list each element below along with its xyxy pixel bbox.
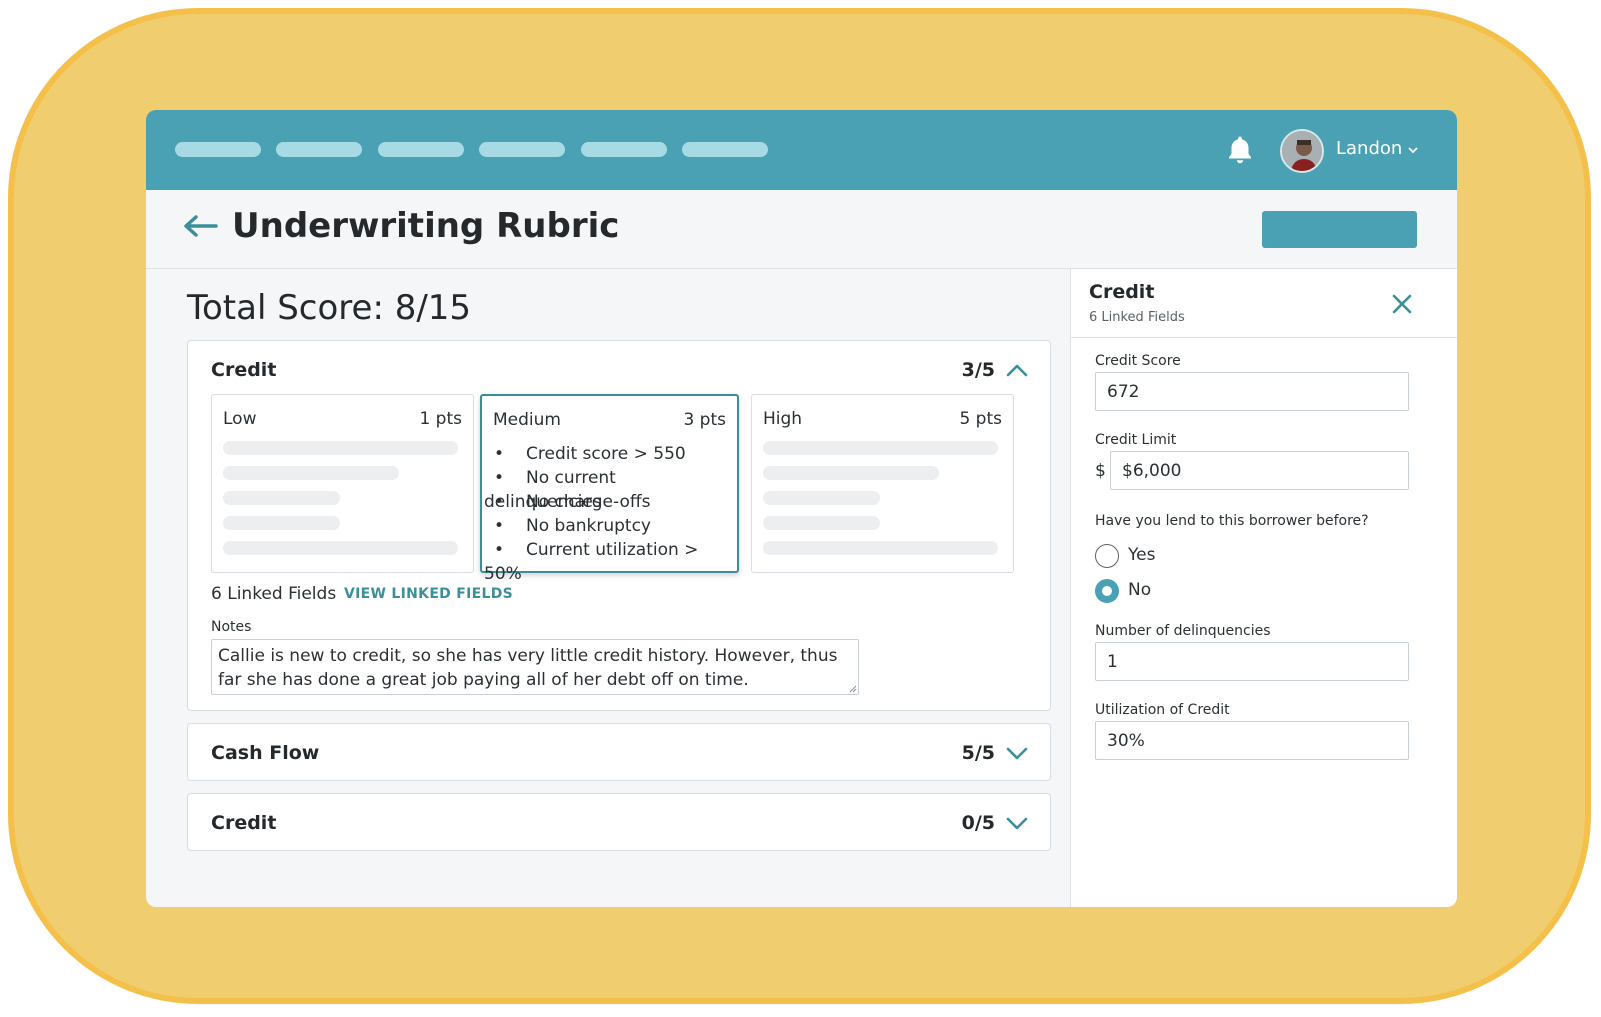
rubric-section-credit: Credit 3/5 Low 1 pts Medium 3 pts Credit… xyxy=(187,340,1051,711)
lent-before-label: Have you lend to this borrower before? xyxy=(1095,513,1369,529)
tier-name: High xyxy=(763,409,803,429)
credit-score-label: Credit Score xyxy=(1095,353,1181,369)
tier-name: Low xyxy=(223,409,257,429)
nav-item-1[interactable] xyxy=(175,142,261,157)
avatar[interactable] xyxy=(1280,129,1324,173)
top-nav: Landon xyxy=(146,110,1457,190)
chevron-down-icon[interactable] xyxy=(1006,816,1028,830)
currency-prefix: $ xyxy=(1095,461,1106,481)
panel-title: Credit xyxy=(1089,281,1155,303)
placeholder-line xyxy=(763,516,880,530)
nav-item-5[interactable] xyxy=(581,142,667,157)
placeholder-line xyxy=(223,516,340,530)
placeholder-line xyxy=(223,491,340,505)
bell-icon[interactable] xyxy=(1223,133,1257,167)
criteria-item: No bankruptcy xyxy=(484,514,737,538)
radio-no-label[interactable]: No xyxy=(1128,580,1151,600)
placeholder-line xyxy=(763,541,998,555)
delinquencies-input[interactable] xyxy=(1095,642,1409,681)
placeholder-line xyxy=(763,441,998,455)
utilization-label: Utilization of Credit xyxy=(1095,702,1230,718)
section-title: Credit xyxy=(211,812,277,834)
tier-high[interactable]: High 5 pts xyxy=(751,394,1014,573)
section-score: 5/5 xyxy=(961,742,995,764)
user-name[interactable]: Landon xyxy=(1336,138,1402,159)
criteria-item: Current utilization > 50% xyxy=(484,538,737,584)
tier-name: Medium xyxy=(493,410,561,430)
nav-item-2[interactable] xyxy=(276,142,362,157)
rubric-section-cash-flow[interactable]: Cash Flow 5/5 xyxy=(187,723,1051,781)
credit-score-input[interactable] xyxy=(1095,372,1409,411)
total-score: Total Score: 8/15 xyxy=(187,288,472,328)
nav-item-6[interactable] xyxy=(682,142,768,157)
linked-fields-panel: Credit 6 Linked Fields Credit Score Cred… xyxy=(1070,269,1457,907)
tier-low[interactable]: Low 1 pts xyxy=(211,394,474,573)
radio-yes-label[interactable]: Yes xyxy=(1128,545,1155,565)
notes-label: Notes xyxy=(211,619,252,635)
radio-yes[interactable] xyxy=(1095,544,1119,568)
nav-item-3[interactable] xyxy=(378,142,464,157)
chevron-down-icon[interactable] xyxy=(1006,746,1028,760)
placeholder-line xyxy=(223,441,458,455)
nav-item-4[interactable] xyxy=(479,142,565,157)
tier-points: 5 pts xyxy=(959,409,1002,429)
delinquencies-label: Number of delinquencies xyxy=(1095,623,1271,639)
linked-fields-count: 6 Linked Fields xyxy=(211,584,337,604)
placeholder-line xyxy=(223,541,458,555)
section-title: Credit xyxy=(211,359,277,381)
chevron-down-icon[interactable] xyxy=(1408,145,1418,155)
close-icon[interactable] xyxy=(1391,293,1413,315)
rubric-section-credit-2[interactable]: Credit 0/5 xyxy=(187,793,1051,851)
section-title: Cash Flow xyxy=(211,742,320,764)
header-action-button[interactable] xyxy=(1262,211,1417,248)
radio-no[interactable] xyxy=(1095,579,1119,603)
panel-divider xyxy=(1071,337,1457,338)
section-score: 3/5 xyxy=(961,359,995,381)
back-arrow-icon[interactable] xyxy=(182,214,218,238)
criteria-item: No current delinquencies xyxy=(484,466,737,512)
credit-limit-input[interactable] xyxy=(1110,451,1409,490)
page-title: Underwriting Rubric xyxy=(232,206,620,246)
utilization-input[interactable] xyxy=(1095,721,1409,760)
chevron-up-icon[interactable] xyxy=(1006,363,1028,377)
tier-points: 1 pts xyxy=(419,409,462,429)
criteria-item: Credit score > 550 xyxy=(484,442,737,466)
panel-subtitle: 6 Linked Fields xyxy=(1089,310,1185,325)
resize-handle-icon[interactable] xyxy=(849,685,857,693)
criteria-list: Credit score > 550 No current delinquenc… xyxy=(484,442,737,584)
placeholder-line xyxy=(763,466,939,480)
section-score: 0/5 xyxy=(961,812,995,834)
notes-textarea[interactable]: Callie is new to credit, so she has very… xyxy=(211,639,859,695)
app-window: Landon Underwriting Rubric Total Score: … xyxy=(146,110,1457,907)
placeholder-line xyxy=(223,466,399,480)
credit-limit-label: Credit Limit xyxy=(1095,432,1177,448)
tier-points: 3 pts xyxy=(683,410,726,430)
notes-text: Callie is new to credit, so she has very… xyxy=(218,646,838,690)
tier-medium[interactable]: Medium 3 pts Credit score > 550 No curre… xyxy=(480,394,739,584)
view-linked-fields-link[interactable]: VIEW LINKED FIELDS xyxy=(344,586,513,602)
placeholder-line xyxy=(763,491,880,505)
criteria-item: No charge-offs xyxy=(484,490,737,514)
